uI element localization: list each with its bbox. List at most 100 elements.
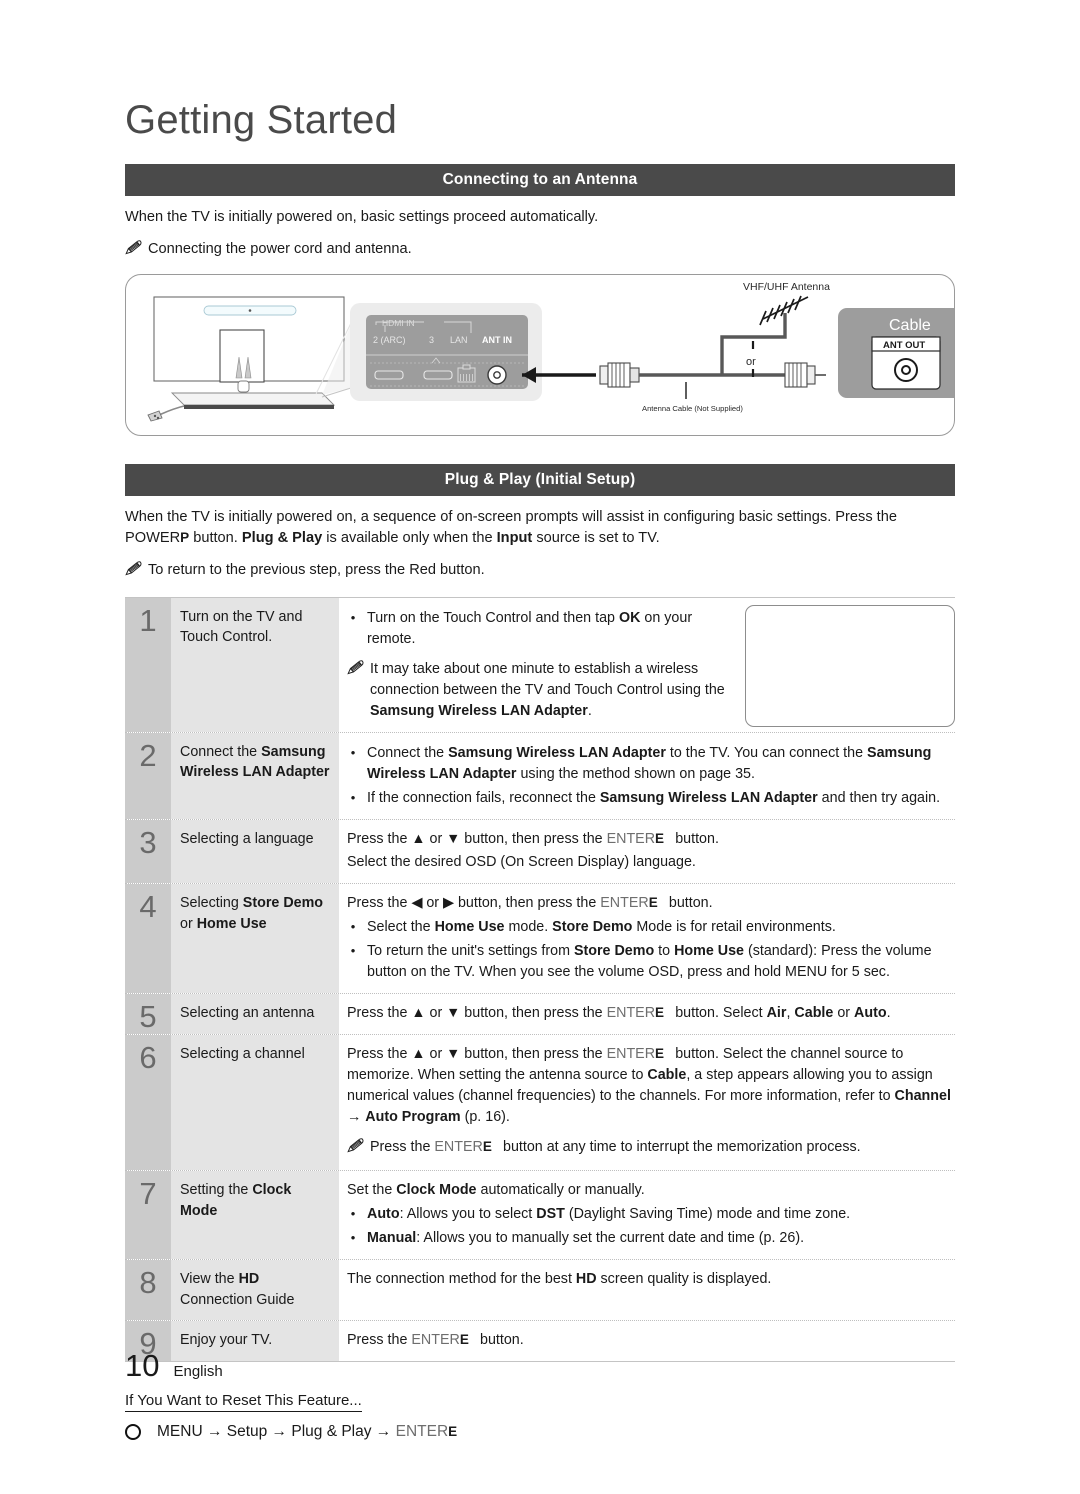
step-bullet: • Connect the Samsung Wireless LAN Adapte… [347,743,953,785]
bullet-dot-icon: • [350,1206,356,1222]
step-row: 5 Selecting an antenna Press the ▲ or ▼ bu… [125,993,955,1035]
intro-part-1: When the TV is initially powered on, a s… [125,508,897,525]
plugplay-intro-text: When the TV is initially powered on, a s… [125,507,955,550]
emphasis-term: Clock Mode [396,1182,477,1199]
step-bullet: • To return the unit's settings from Stor… [347,941,953,983]
step-row: 6 Selecting a channel Press the ▲ or ▼ but… [125,1034,955,1171]
plugplay-note-text: To return to the previous step, press th… [148,561,485,578]
emphasis-term: Auto [367,1206,400,1223]
step-label: View the HD Connection Guide [171,1260,339,1321]
vhf-uhf-antenna-label: VHF/UHF Antenna [743,281,830,293]
step-description: Press the ▲ or ▼ button, then press the … [339,1035,955,1170]
svg-text:Cable: Cable [889,317,931,334]
enter-word: ENTER [600,895,649,912]
step-bullet: • If the connection fails, reconnect the … [347,788,953,809]
step-paragraph: Press the ▲ or ▼ button, then press the … [347,1005,891,1022]
emphasis-term: DST [536,1206,565,1223]
step-number: 6 [125,1035,171,1171]
enter-word: ENTER [606,1005,656,1022]
bullet-text: Turn on the Touch Control and then tap O… [367,610,693,648]
svg-text:or: or [746,356,756,368]
step-paragraph: Press the ▲ or ▼ button, then press the … [347,1046,951,1126]
reset-path-text: MENU → Setup → Plug & Play → ENTERE [157,1423,457,1441]
step-number: 2 [125,733,171,820]
bullet-text: To return the unit's settings from Store… [367,943,932,981]
page-number: 10 [125,1348,160,1383]
note-text: Press the ENTERE button at any time to i… [370,1139,861,1156]
step-paragraph: Press the ▲ or ▼ button, then press the … [347,831,719,848]
bullet-dot-icon: • [350,1230,356,1246]
antenna-note-text: Connecting the power cord and antenna. [148,240,412,257]
step-description: The connection method for the best HD sc… [339,1260,955,1320]
bullet-text: Auto: Allows you to select DST (Daylight… [367,1206,851,1223]
svg-text:HDMI IN: HDMI IN [382,318,415,328]
step-paragraph: Set the Clock Mode automatically or manu… [347,1182,645,1199]
step-bullet: • Auto: Allows you to select DST (Dayligh… [347,1204,953,1225]
step-number: 5 [125,994,171,1035]
step-row: 1 Turn on the TV and Touch Control. • Turn … [125,598,955,733]
intro-part-3: is available only when the [322,530,497,547]
emphasis-term: Store Demo [242,895,324,912]
antenna-connection-diagram: HDMI IN 2 (ARC) 3 LAN ANT IN VHF/UHF Ant… [125,273,955,436]
svg-text:ANT IN: ANT IN [482,335,512,345]
emphasis-term: Home Use [674,943,744,960]
emphasis-term: Home Use [196,915,267,932]
emphasis-term: Auto [854,1005,887,1022]
step-note: Press the ENTERE button at any time to i… [347,1137,953,1160]
step-description: • Connect the Samsung Wireless LAN Adapte… [339,733,955,819]
pencil-note-icon [125,239,142,262]
step-bullet: • Manual: Allows you to manually set the … [347,1228,953,1249]
antenna-note: Connecting the power cord and antenna. [125,239,955,262]
enter-word: ENTER [411,1332,460,1349]
step-paragraph: Press the ◀ or ▶ button, then press the … [347,895,713,912]
section-header-antenna: Connecting to an Antenna [125,164,955,196]
step-label: Selecting a channel [171,1035,339,1171]
svg-text:ANT OUT: ANT OUT [883,340,925,351]
plugplay-note: To return to the previous step, press th… [125,560,955,583]
manual-page: Getting Started Connecting to an Antenna… [0,0,1080,1494]
bullet-text: Manual: Allows you to manually set the c… [367,1230,805,1247]
step-paragraph: Select the desired OSD (On Screen Displa… [347,854,696,871]
intro-input-term: Input [496,530,533,547]
emphasis-term: HD [238,1271,260,1288]
step-number: 7 [125,1171,171,1260]
step-description: • Turn on the Touch Control and then tap … [339,598,955,732]
reset-feature-section: If You Want to Reset This Feature... MEN… [125,1392,955,1441]
page-title: Getting Started [125,98,398,142]
emphasis-term: OK [618,610,641,627]
intro-part-2: button. [189,530,242,547]
step-number: 1 [125,598,171,733]
bullet-text: If the connection fails, reconnect the S… [367,790,941,807]
emphasis-term: Cable [647,1067,687,1084]
enter-glyph-icon: E [459,1332,469,1348]
step-number: 4 [125,884,171,994]
emphasis-term: Samsung Wireless LAN Adapter [448,745,666,762]
step-label: Selecting a language [171,820,339,884]
enter-glyph-icon: E [448,1424,458,1440]
step-row: 8 View the HD Connection Guide The connect… [125,1259,955,1321]
enter-word: ENTER [606,831,656,848]
emphasis-term: Air [766,1005,787,1022]
step-bullet: • Turn on the Touch Control and then tap … [347,608,733,650]
bullet-text: Connect the Samsung Wireless LAN Adapter… [367,745,932,783]
enter-word: ENTER [434,1139,483,1156]
bullet-dot-icon: • [350,919,356,935]
enter-glyph-icon: E [655,1046,665,1062]
intro-part-4: source is set to TV. [532,530,660,547]
step-row: 2 Connect the Samsung Wireless LAN Adapte… [125,732,955,820]
step-label: Setting the Clock Mode [171,1171,339,1260]
svg-text:3: 3 [429,335,434,345]
step-label: Selecting Store Demo or Home Use [171,884,339,994]
emphasis-term: Clock Mode [180,1182,292,1219]
step-number: 3 [125,820,171,884]
bullet-dot-icon: • [350,745,356,761]
step-label: Turn on the TV and Touch Control. [171,598,339,733]
reset-feature-title: If You Want to Reset This Feature... [125,1392,362,1413]
power-word: POWER [125,530,181,547]
step-description: Press the ENTERE button. [339,1321,955,1361]
step-description: Set the Clock Mode automatically or manu… [339,1171,955,1259]
step-description: Press the ▲ or ▼ button, then press the … [339,820,955,883]
section-header-plugplay: Plug & Play (Initial Setup) [125,463,955,496]
emphasis-term: Channel [894,1088,951,1105]
step-row: 3 Selecting a language Press the ▲ or ▼ bu… [125,819,955,884]
